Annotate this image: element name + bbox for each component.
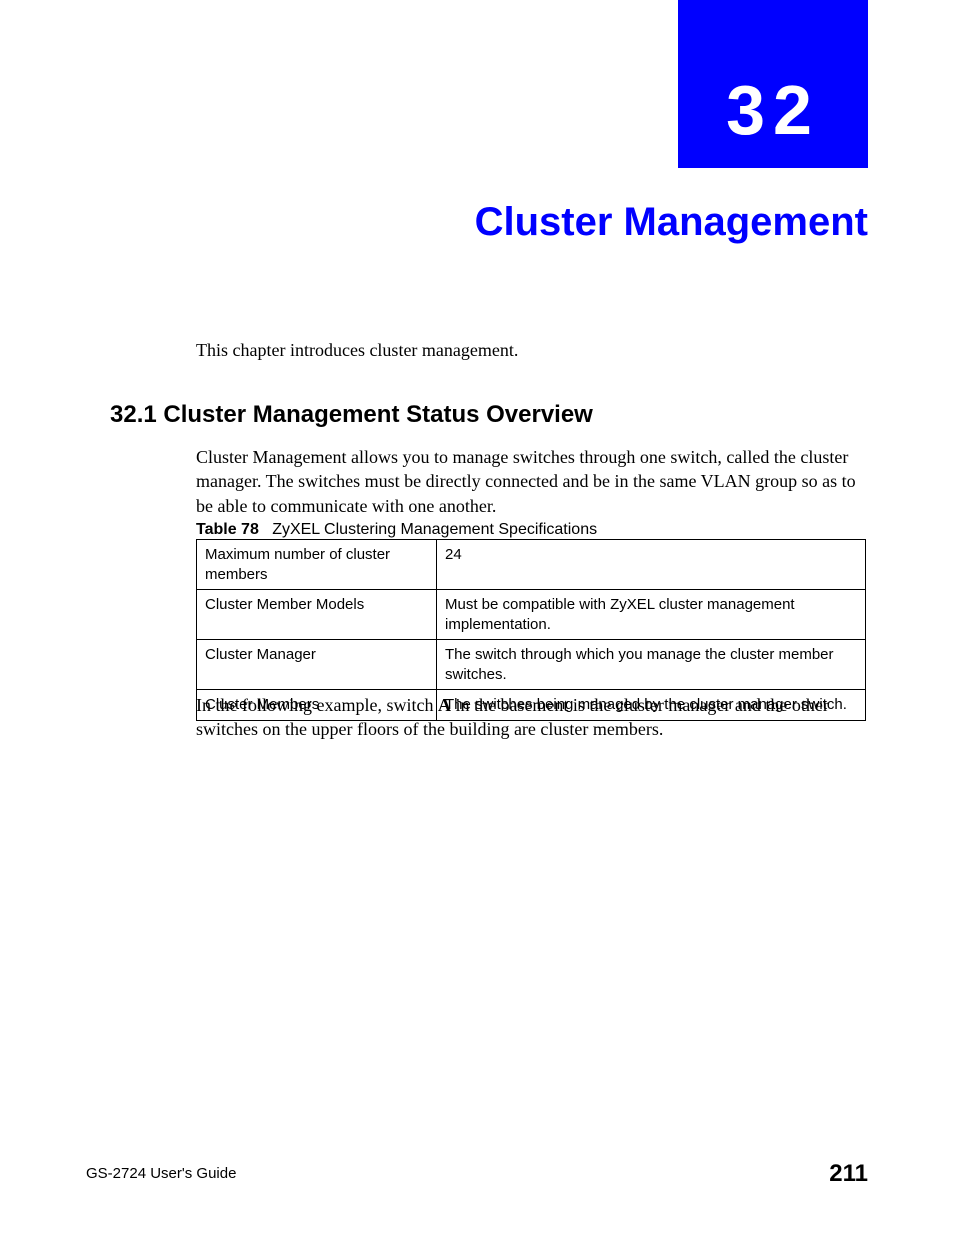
table-cell-value: The switch through which you manage the …: [437, 640, 866, 690]
section-body: Cluster Management allows you to manage …: [196, 445, 866, 518]
table-cell-label: Cluster Member Models: [197, 590, 437, 640]
table-caption: Table 78 ZyXEL Clustering Management Spe…: [196, 521, 597, 539]
table-row: Maximum number of cluster members 24: [197, 540, 866, 590]
chapter-number-box: 32: [678, 0, 868, 168]
table-cell-value: Must be compatible with ZyXEL cluster ma…: [437, 590, 866, 640]
post-table-paragraph: In the following example, switch A in th…: [196, 693, 866, 742]
intro-paragraph: This chapter introduces cluster manageme…: [196, 340, 518, 361]
chapter-number: 32: [726, 70, 820, 150]
table-caption-text: ZyXEL Clustering Management Specificatio…: [272, 521, 597, 538]
table-caption-label: Table 78: [196, 521, 259, 538]
section-heading: 32.1 Cluster Management Status Overview: [110, 401, 593, 429]
post-table-bold: A: [438, 695, 451, 715]
post-table-pre: In the following example, switch: [196, 695, 438, 715]
table-cell-value: 24: [437, 540, 866, 590]
chapter-title: Cluster Management: [475, 200, 868, 245]
table-cell-label: Maximum number of cluster members: [197, 540, 437, 590]
table-row: Cluster Member Models Must be compatible…: [197, 590, 866, 640]
table-row: Cluster Manager The switch through which…: [197, 640, 866, 690]
footer-page-number: 211: [829, 1160, 868, 1188]
footer-guide-title: GS-2724 User's Guide: [86, 1165, 236, 1182]
table-cell-label: Cluster Manager: [197, 640, 437, 690]
